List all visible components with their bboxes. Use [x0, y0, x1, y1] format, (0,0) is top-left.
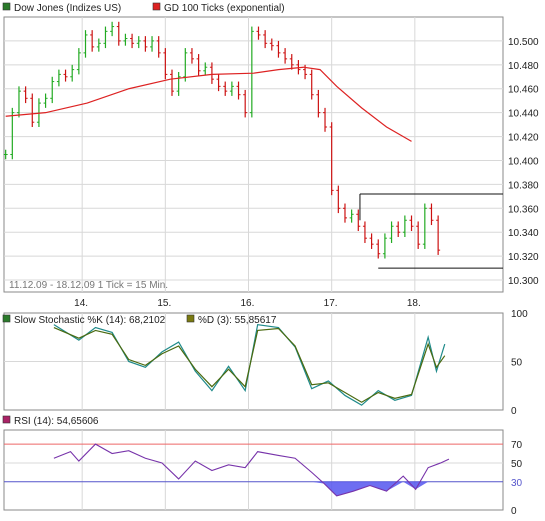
x-tick-label: 15.	[157, 298, 171, 309]
stoch-y-tick-label: 50	[511, 358, 523, 369]
legend-rsi-label: RSI (14): 54,65606	[14, 416, 99, 427]
legend-stoch-k-label: Slow Stochastic %K (14): 68,2102	[14, 315, 166, 326]
rsi-y-tick-label: 70	[511, 440, 523, 451]
price-y-tick-label: 10.460	[508, 85, 539, 96]
x-tick-label: 17.	[324, 298, 338, 309]
chart-info-text: 11.12.09 - 18.12.09 1 Tick = 15 Min.	[9, 280, 168, 291]
price-y-tick-label: 10.500	[508, 37, 539, 48]
price-y-tick-label: 10.320	[508, 252, 539, 263]
price-y-tick-label: 10.400	[508, 156, 539, 167]
stock-chart: 10.500 10.480 10.460 10.440 10.420 10.400 10.3…	[0, 0, 545, 517]
price-y-tick-label: 10.480	[508, 61, 539, 72]
x-tick-label: 18.	[407, 298, 421, 309]
price-y-tick-label: 10.360	[508, 204, 539, 215]
price-y-tick-label: 10.380	[508, 180, 539, 191]
legend-ma-swatch	[152, 2, 161, 11]
chart-svg: 10.500 10.480 10.460 10.440 10.420 10.400 10.3…	[2, 2, 539, 517]
price-y-tick-label: 10.440	[508, 109, 539, 120]
price-y-tick-label: 10.340	[508, 228, 539, 239]
panel-frame-3	[3, 429, 504, 511]
stoch-y-tick-label: 100	[511, 309, 528, 320]
legend-price-swatch	[2, 2, 11, 11]
price-y-tick-label: 10.420	[508, 133, 539, 144]
x-tick-label: 16.	[241, 298, 255, 309]
legend-rsi-swatch	[2, 415, 11, 424]
legend-stoch-d-swatch	[186, 314, 195, 323]
rsi-y-tick-label: 30	[511, 478, 523, 489]
price-y-tick-label: 10.300	[508, 276, 539, 287]
legend-stoch-d-label: %D (3): 55,85617	[198, 315, 277, 326]
rsi-y-tick-label: 0	[511, 506, 517, 516]
stoch-y-tick-label: 0	[511, 406, 517, 417]
x-tick-label: 14.	[74, 298, 88, 309]
legend-price-label: Dow Jones (Indizes US)	[14, 3, 121, 14]
rsi-y-tick-label: 50	[511, 459, 523, 470]
legend-ma-label: GD 100 Ticks (exponential)	[164, 3, 285, 14]
legend-stoch-k-swatch	[2, 314, 11, 323]
